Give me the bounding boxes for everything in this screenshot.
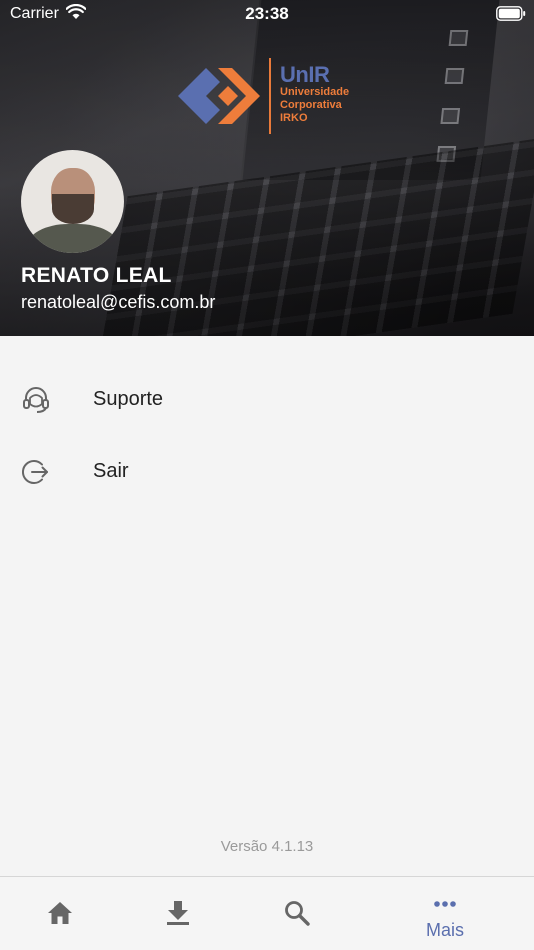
tab-more-label: Mais	[425, 920, 464, 940]
tab-downloads[interactable]	[128, 877, 228, 950]
profile-header: Carrier 23:38 UnIR Universidade Corporat…	[0, 0, 534, 336]
menu-item-support[interactable]: Suporte	[0, 368, 534, 432]
app-version: Versão 4.1.13	[220, 838, 314, 855]
headset-icon	[23, 387, 49, 413]
logo-line-1: Universidade	[280, 86, 350, 98]
logo-line-2: Corporativa	[280, 99, 342, 111]
user-name: RENATO LEAL	[21, 264, 172, 287]
menu-item-support-label: Suporte	[93, 388, 164, 410]
logout-icon	[22, 460, 48, 484]
search-icon	[285, 901, 310, 926]
user-email: renatoleal@cefis.com.br	[21, 292, 216, 312]
menu-item-logout-label: Sair	[93, 460, 129, 482]
home-icon	[48, 902, 72, 924]
tab-bar: Mais	[0, 876, 534, 950]
tab-more[interactable]: Mais	[395, 877, 495, 950]
tab-search[interactable]	[246, 877, 346, 950]
company-logo: UnIR Universidade Corporativa IRKO	[178, 56, 368, 136]
logo-brand: UnIR	[280, 62, 330, 87]
more-icon	[434, 901, 456, 907]
logo-mark-icon	[178, 68, 260, 124]
avatar[interactable]	[21, 150, 124, 253]
logo-line-3: IRKO	[280, 112, 308, 124]
tab-home[interactable]	[10, 877, 110, 950]
status-bar: Carrier 23:38	[0, 0, 534, 28]
download-icon	[167, 901, 189, 925]
status-time: 23:38	[245, 4, 289, 23]
menu-item-logout[interactable]: Sair	[0, 440, 534, 504]
battery-icon	[496, 6, 526, 21]
